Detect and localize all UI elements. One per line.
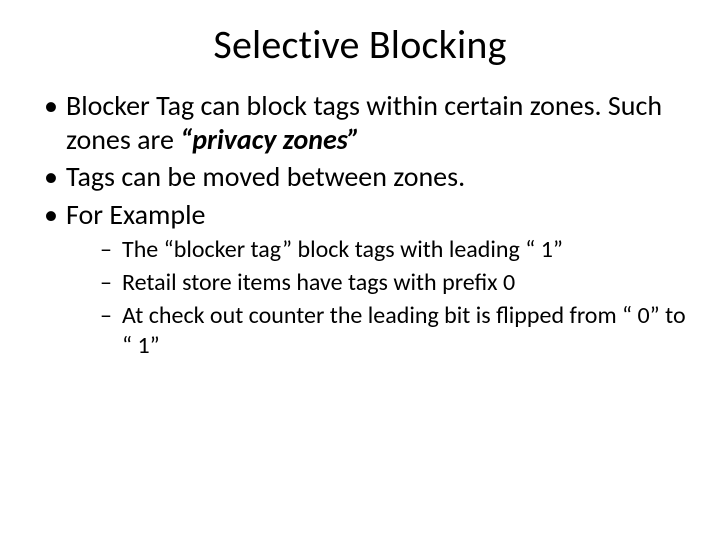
bullet-list: Blocker Tag can block tags within certai…	[30, 89, 690, 361]
bullet-item: For Example The “blocker tag” block tags…	[40, 198, 690, 362]
sub-bullet-text: Retail store items have tags with prefix…	[122, 268, 515, 297]
bullet-text: Tags can be moved between zones.	[66, 159, 465, 194]
sub-bullet-item: The “blocker tag” block tags with leadin…	[98, 235, 690, 265]
sub-bullet-text: The “blocker tag” block tags with leadin…	[122, 235, 563, 264]
sub-bullet-text: At check out counter the leading bit is …	[122, 301, 686, 360]
sub-bullet-item: Retail store items have tags with prefix…	[98, 268, 690, 298]
sub-bullet-item: At check out counter the leading bit is …	[98, 301, 690, 361]
sub-bullet-list: The “blocker tag” block tags with leadin…	[66, 235, 690, 361]
slide: Selective Blocking Blocker Tag can block…	[0, 0, 720, 540]
bullet-item: Blocker Tag can block tags within certai…	[40, 89, 690, 156]
bullet-text: For Example	[66, 197, 205, 232]
bullet-text: Blocker Tag can block tags within certai…	[66, 88, 662, 157]
bullet-emphasis: “privacy zones”	[180, 122, 360, 157]
slide-title: Selective Blocking	[30, 20, 690, 69]
bullet-item: Tags can be moved between zones.	[40, 160, 690, 194]
